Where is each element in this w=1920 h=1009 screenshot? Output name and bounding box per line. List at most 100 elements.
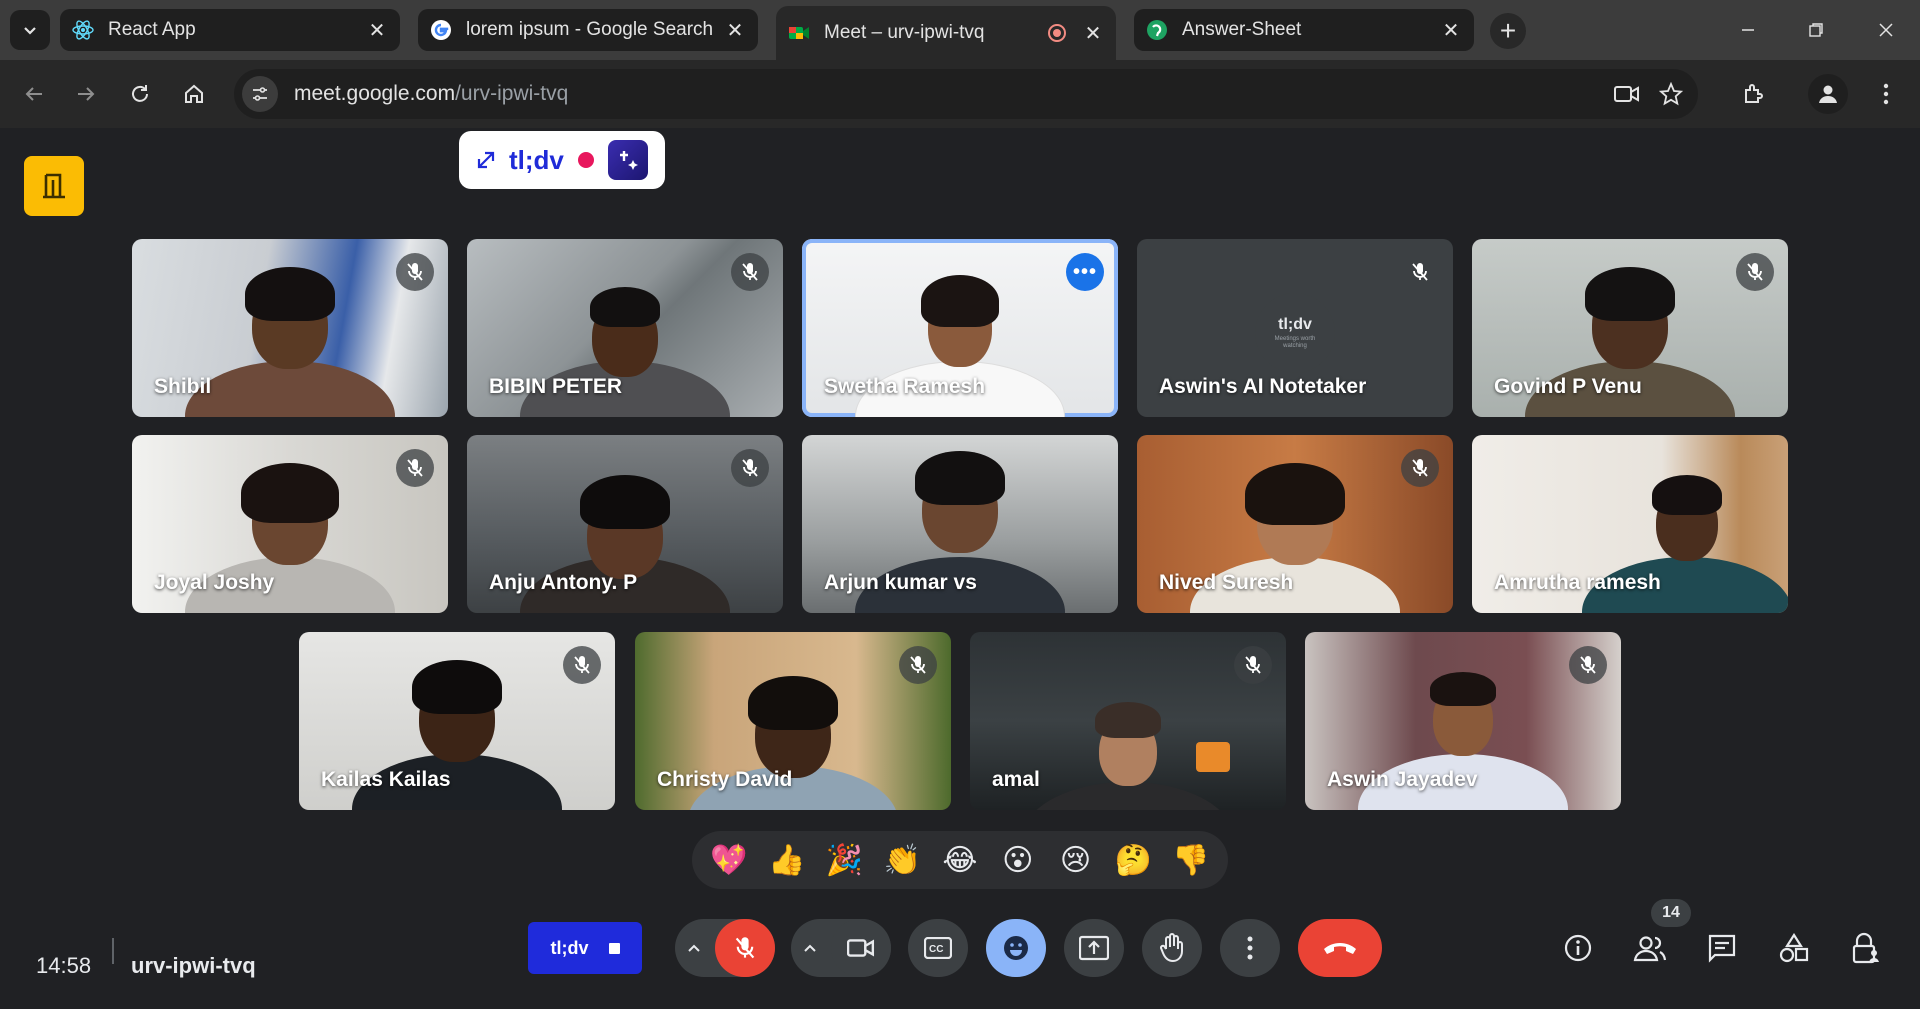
participant-name: Nived Suresh <box>1159 571 1294 594</box>
leave-call-button[interactable] <box>1298 919 1382 977</box>
shapes-icon <box>1779 933 1809 963</box>
participant-tile[interactable]: Anju Antony. P <box>467 435 783 613</box>
meet-stage: tl;dv Shibil BIBIN PETER Swetha Ramesh •… <box>0 128 1920 1009</box>
participant-tile[interactable]: BIBIN PETER <box>467 239 783 417</box>
participant-tile[interactable]: Amrutha ramesh <box>1472 435 1788 613</box>
participant-name: BIBIN PETER <box>489 375 623 398</box>
site-info-button[interactable] <box>242 76 278 112</box>
raise-hand-button[interactable] <box>1142 919 1202 977</box>
tldv-ai-button[interactable] <box>607 140 648 180</box>
reaction-thumbs-up[interactable]: 👍 <box>763 843 811 878</box>
participant-tile[interactable]: Arjun kumar vs <box>802 435 1118 613</box>
camera-indicator-button[interactable] <box>1610 77 1644 111</box>
google-icon <box>430 19 452 41</box>
mic-off-icon <box>563 646 601 684</box>
fireplace-glow <box>1196 742 1230 772</box>
arrow-left-icon <box>25 87 42 101</box>
camera-options-chevron-icon[interactable] <box>791 943 829 953</box>
restore-window-button[interactable] <box>1782 0 1850 60</box>
tab-title: Meet – urv-ipwi-tvq <box>824 22 985 43</box>
close-tab-icon[interactable]: ✕ <box>366 19 388 42</box>
reaction-sparkling-heart[interactable]: 💖 <box>705 843 753 878</box>
mic-off-icon <box>731 253 769 291</box>
reload-button[interactable] <box>122 76 158 112</box>
more-options-button[interactable]: ••• <box>1066 253 1104 291</box>
arrow-right-icon <box>78 87 95 101</box>
star-icon <box>1659 82 1683 106</box>
tab-title: lorem ipsum - Google Search <box>466 19 714 40</box>
tab-search-button[interactable] <box>10 10 50 50</box>
address-bar[interactable]: meet.google.com/urv-ipwi-tvq <box>234 69 1698 119</box>
stop-icon <box>608 942 620 954</box>
people-button[interactable] <box>1626 924 1674 972</box>
mic-off-icon <box>396 449 434 487</box>
chat-icon <box>1708 934 1736 963</box>
participant-tile[interactable]: Nived Suresh <box>1137 435 1453 613</box>
browser-menu-button[interactable] <box>1868 76 1904 112</box>
participant-tile[interactable]: Kailas Kailas <box>299 632 615 810</box>
exit-button[interactable] <box>24 156 84 216</box>
more-options-button[interactable] <box>1220 919 1280 977</box>
reaction-thumbs-down[interactable]: 👎 <box>1167 843 1215 878</box>
participant-tile[interactable]: Govind P Venu <box>1472 239 1788 417</box>
close-tab-icon[interactable]: ✕ <box>1440 19 1462 42</box>
mic-off-icon <box>1401 253 1439 291</box>
participant-tile-speaking[interactable]: Swetha Ramesh ••• <box>802 239 1118 417</box>
reaction-surprised[interactable]: 😮 <box>994 843 1042 878</box>
profile-button[interactable] <box>1808 74 1848 114</box>
close-tab-icon[interactable]: ✕ <box>724 19 746 42</box>
participant-tile[interactable]: Shibil <box>132 239 448 417</box>
minimize-window-button[interactable] <box>1714 0 1782 60</box>
chevron-down-icon <box>24 27 36 35</box>
reaction-thinking[interactable]: 🤔 <box>1109 843 1157 878</box>
participant-tile[interactable]: amal <box>970 632 1286 810</box>
forward-button[interactable] <box>68 76 104 112</box>
participant-tile[interactable]: Joyal Joshy <box>132 435 448 613</box>
meeting-details-button[interactable] <box>1554 924 1602 972</box>
tldv-stop-recording-button[interactable]: tl;dv <box>528 922 642 974</box>
account-icon <box>1819 85 1837 103</box>
reactions-button[interactable] <box>986 919 1046 977</box>
reaction-joy[interactable]: 😂 <box>936 843 984 878</box>
home-button[interactable] <box>176 76 212 112</box>
expand-icon[interactable] <box>475 149 497 171</box>
participant-name: amal <box>992 768 1040 791</box>
bookmark-button[interactable] <box>1654 77 1688 111</box>
participant-tile[interactable]: Aswin Jayadev <box>1305 632 1621 810</box>
close-tab-icon[interactable]: ✕ <box>1082 22 1104 45</box>
notetaker-avatar: tl;dv Meetings worth watching <box>1255 293 1335 373</box>
participant-name: Joyal Joshy <box>154 571 275 594</box>
tldv-brand: tl;dv <box>509 144 564 175</box>
home-icon <box>185 84 203 103</box>
close-window-button[interactable] <box>1852 0 1920 60</box>
mic-off-icon <box>396 253 434 291</box>
tab-react-app[interactable]: React App ✕ <box>60 9 400 51</box>
mic-options-chevron-icon[interactable] <box>675 943 713 953</box>
present-screen-button[interactable] <box>1064 919 1124 977</box>
participant-tile[interactable]: tl;dv Meetings worth watching Aswin's AI… <box>1137 239 1453 417</box>
tab-google-search[interactable]: lorem ipsum - Google Search ✕ <box>418 9 758 51</box>
recording-icon <box>1046 22 1068 44</box>
tab-meet[interactable]: Meet – urv-ipwi-tvq ✕ <box>776 6 1116 60</box>
toggle-camera-button[interactable] <box>831 919 891 977</box>
extensions-button[interactable] <box>1736 76 1772 112</box>
participant-tile[interactable]: Christy David <box>635 632 951 810</box>
reaction-clapping[interactable]: 👏 <box>878 843 926 878</box>
call-end-icon <box>1324 943 1356 954</box>
reaction-party-popper[interactable]: 🎉 <box>820 843 868 878</box>
host-controls-button[interactable] <box>1842 924 1890 972</box>
chat-button[interactable] <box>1698 924 1746 972</box>
toggle-microphone-button[interactable] <box>715 919 775 977</box>
participant-name: Anju Antony. P <box>489 571 638 594</box>
captions-button[interactable]: CC <box>908 919 968 977</box>
participant-name: Amrutha ramesh <box>1494 571 1661 594</box>
participant-name: Govind P Venu <box>1494 375 1642 398</box>
sparkle-icon <box>619 151 638 170</box>
tldv-recorder-chip: tl;dv <box>459 131 665 189</box>
new-tab-button[interactable]: + <box>1490 13 1526 49</box>
videocam-icon <box>847 939 875 957</box>
back-button[interactable] <box>16 76 52 112</box>
reaction-crying[interactable]: 😢 <box>1051 843 1099 878</box>
tab-answer-sheet[interactable]: Answer-Sheet ✕ <box>1134 9 1474 51</box>
activities-button[interactable] <box>1770 924 1818 972</box>
